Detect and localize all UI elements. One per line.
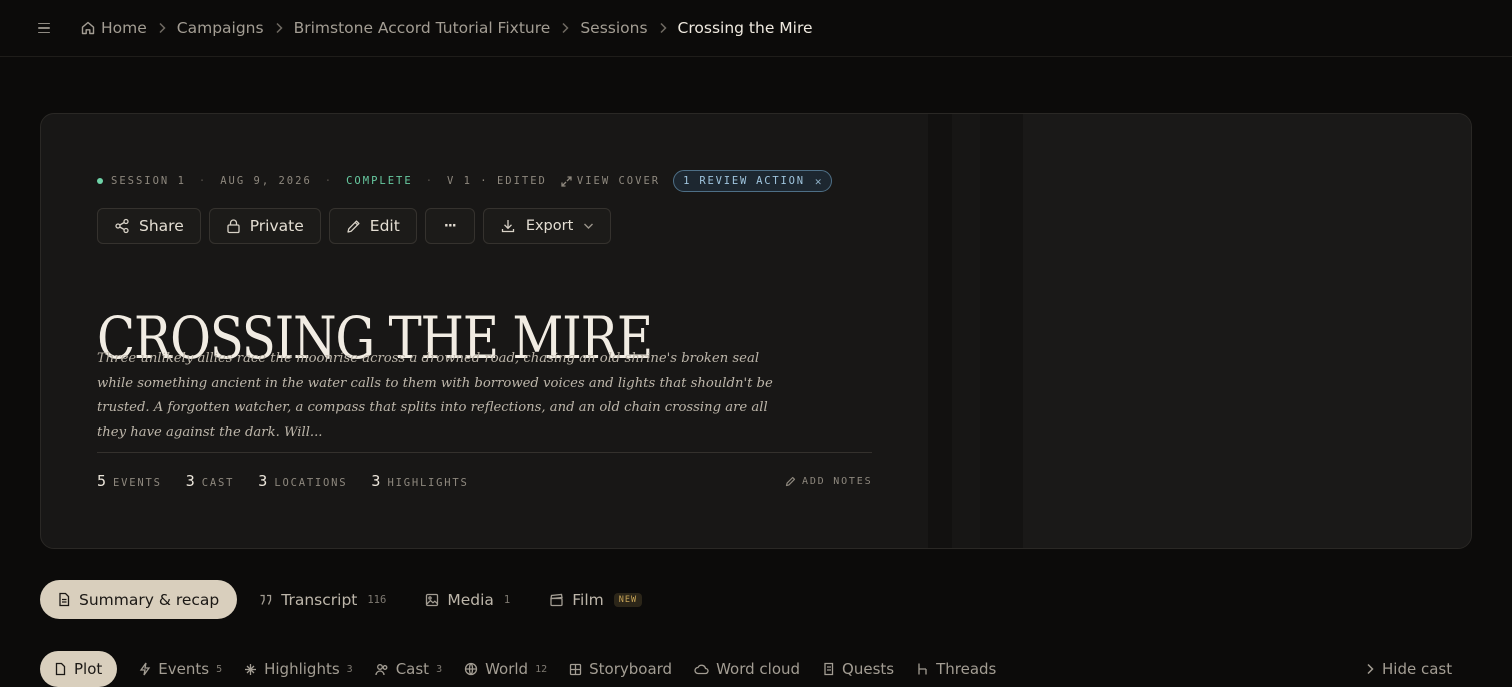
breadcrumb-current: Crossing the Mire bbox=[678, 19, 813, 37]
subtab-cast[interactable]: Cast 3 bbox=[375, 651, 442, 687]
view-cover-link[interactable]: VIEW COVER bbox=[561, 175, 660, 187]
breadcrumb-campaigns[interactable]: Campaigns bbox=[177, 19, 264, 37]
lock-icon bbox=[227, 219, 240, 234]
session-number: SESSION 1 bbox=[111, 175, 186, 187]
subtab-threads[interactable]: Threads bbox=[916, 651, 996, 687]
document-icon bbox=[59, 592, 70, 607]
session-hero-card: SESSION 1 · AUG 9, 2026 · COMPLETE · V 1… bbox=[40, 113, 1472, 549]
sparkle-icon bbox=[245, 663, 257, 675]
quote-icon bbox=[260, 594, 272, 605]
divider bbox=[97, 452, 872, 453]
top-bar: Home Campaigns Brimstone Accord Tutorial… bbox=[0, 0, 1512, 57]
close-icon[interactable]: ✕ bbox=[815, 175, 822, 188]
scroll-icon bbox=[824, 662, 834, 676]
privacy-button[interactable]: Private bbox=[208, 208, 321, 244]
chevron-down-icon bbox=[584, 223, 594, 229]
breadcrumb-campaign[interactable]: Brimstone Accord Tutorial Fixture bbox=[294, 19, 551, 37]
view-cover-label: VIEW COVER bbox=[576, 175, 661, 187]
subtab-highlights[interactable]: Highlights 3 bbox=[244, 651, 353, 687]
session-stats: 5 EVENTS 3 CAST 3 LOCATIONS 3 HIGHLIGHTS bbox=[97, 470, 469, 492]
more-options-button[interactable]: ··· bbox=[424, 208, 475, 244]
add-notes-button[interactable]: ADD NOTES bbox=[785, 472, 872, 490]
tab-media[interactable]: Media 1 bbox=[408, 580, 528, 619]
status-badge: COMPLETE bbox=[346, 175, 413, 187]
breadcrumb-label: Campaigns bbox=[176, 19, 264, 37]
chevron-right-icon bbox=[158, 22, 166, 34]
threads-icon bbox=[918, 663, 927, 675]
chevron-right-icon bbox=[561, 22, 569, 34]
breadcrumb-label: Sessions bbox=[580, 19, 648, 37]
tab-film[interactable]: Film NEW bbox=[532, 580, 660, 619]
subtab-events[interactable]: Events 5 bbox=[139, 651, 222, 687]
tab-summary-recap[interactable]: Summary & recap bbox=[40, 580, 238, 619]
subtab-world[interactable]: World 12 bbox=[464, 651, 547, 687]
share-button[interactable]: Share bbox=[97, 208, 201, 244]
menu-icon[interactable] bbox=[34, 19, 54, 37]
action-bar: Share Private Edit ··· Export bbox=[97, 208, 612, 244]
session-date: AUG 9, 2026 bbox=[220, 175, 312, 187]
tab-transcript[interactable]: Transcript 116 bbox=[241, 580, 404, 619]
document-icon bbox=[55, 662, 66, 676]
breadcrumb-label: Crossing the Mire bbox=[677, 19, 813, 37]
export-button[interactable]: Export bbox=[482, 208, 612, 244]
chevron-right-icon bbox=[659, 22, 667, 34]
lightning-icon bbox=[140, 662, 151, 676]
chevron-right-icon bbox=[275, 22, 283, 34]
edit-button[interactable]: Edit bbox=[328, 208, 417, 244]
expand-icon bbox=[561, 175, 572, 187]
subtab-storyboard[interactable]: Storyboard bbox=[569, 651, 672, 687]
download-icon bbox=[501, 220, 514, 233]
more-icon: ··· bbox=[443, 218, 457, 234]
session-summary: Three unlikely allies race the moonrise … bbox=[97, 351, 773, 440]
session-meta: SESSION 1 · AUG 9, 2026 · COMPLETE · V 1… bbox=[97, 170, 832, 192]
cloud-icon bbox=[694, 664, 709, 675]
users-icon bbox=[375, 663, 388, 675]
pencil-icon bbox=[785, 476, 796, 486]
stat-cast[interactable]: 3 CAST bbox=[186, 472, 235, 490]
cover-image-area bbox=[928, 114, 1471, 548]
pencil-icon bbox=[347, 219, 360, 233]
subtab-quests[interactable]: Quests bbox=[822, 651, 894, 687]
sub-tabs: Plot Events 5 Highlights 3 Cast 3 World … bbox=[40, 651, 996, 687]
share-icon bbox=[115, 218, 129, 234]
breadcrumb: Home Campaigns Brimstone Accord Tutorial… bbox=[80, 0, 813, 56]
breadcrumb-label: Brimstone Accord Tutorial Fixture bbox=[293, 19, 551, 37]
main-tabs: Summary & recap Transcript 116 Media 1 F… bbox=[40, 580, 660, 619]
stat-highlights[interactable]: 3 HIGHLIGHTS bbox=[371, 472, 468, 490]
stat-locations[interactable]: 3 LOCATIONS bbox=[258, 472, 347, 490]
image-icon bbox=[426, 593, 439, 606]
hide-cast-button[interactable]: Hide cast bbox=[1366, 651, 1452, 687]
home-icon bbox=[81, 21, 95, 35]
breadcrumb-label: Home bbox=[101, 19, 147, 37]
grid-icon bbox=[569, 663, 582, 675]
review-action-label: 1 REVIEW ACTION bbox=[683, 175, 805, 187]
breadcrumb-home[interactable]: Home bbox=[80, 19, 147, 37]
status-dot bbox=[97, 178, 103, 184]
version-label: V 1 · EDITED bbox=[447, 175, 547, 187]
clapperboard-icon bbox=[550, 593, 563, 606]
globe-icon bbox=[464, 662, 478, 676]
review-action-pill[interactable]: 1 REVIEW ACTION ✕ bbox=[673, 170, 832, 192]
subtab-plot[interactable]: Plot bbox=[40, 651, 118, 687]
subtab-word-cloud[interactable]: Word cloud bbox=[694, 651, 800, 687]
new-badge: NEW bbox=[613, 592, 643, 607]
breadcrumb-sessions[interactable]: Sessions bbox=[580, 19, 647, 37]
chevron-right-icon bbox=[1367, 663, 1374, 675]
stat-events[interactable]: 5 EVENTS bbox=[97, 472, 162, 490]
